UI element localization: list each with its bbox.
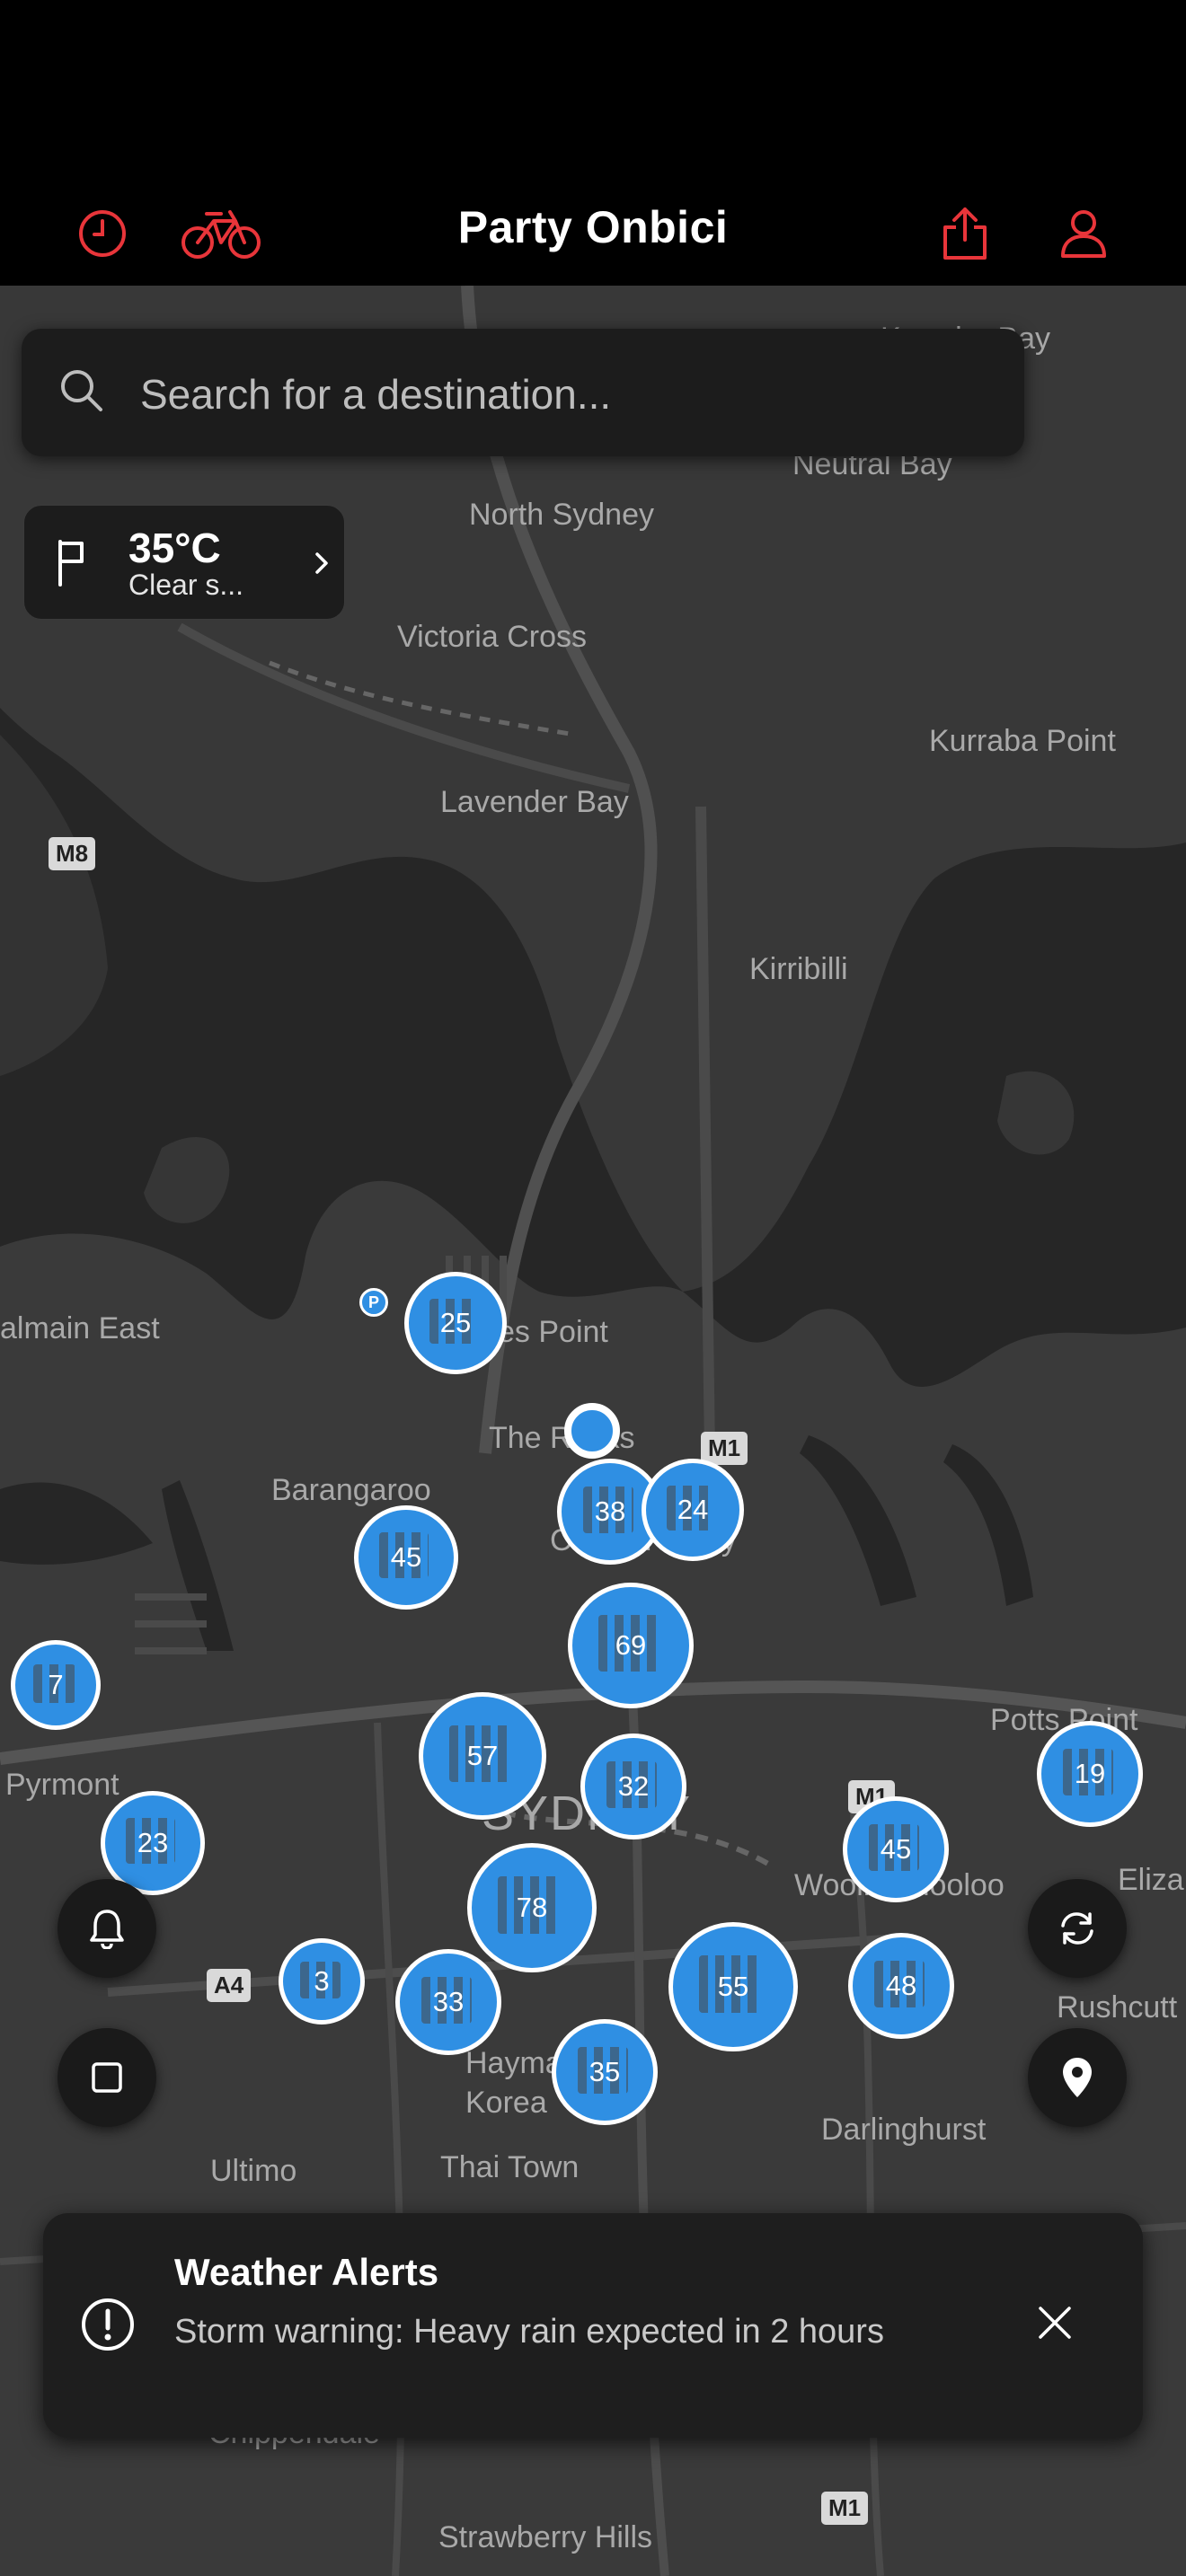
my-location-button[interactable] (1028, 2028, 1127, 2127)
weather-alert-card: Weather Alerts Storm warning: Heavy rain… (43, 2213, 1143, 2438)
map-label-thai-town: Thai Town (440, 2150, 580, 2184)
map-label-elizabeth-bay: Elizab (1118, 1863, 1186, 1897)
layers-toggle-button[interactable] (58, 2028, 156, 2127)
bell-icon (90, 1910, 124, 1949)
station-cluster[interactable]: 69 (568, 1583, 694, 1708)
user-location-dot (564, 1403, 620, 1459)
map-label-strawberry-hills: Strawberry Hills (438, 2520, 653, 2554)
refresh-icon (1061, 1912, 1093, 1945)
map-label-victoria-cross: Victoria Cross (397, 620, 587, 654)
map-label-pyrmont: Pyrmont (5, 1768, 119, 1802)
map-label-kurraba-point: Kurraba Point (929, 724, 1116, 758)
map-label-north-sydney: North Sydney (469, 498, 654, 532)
weather-chip[interactable]: 35°C Clear s... (23, 505, 345, 620)
search-icon (61, 370, 102, 411)
notifications-button[interactable] (58, 1879, 156, 1978)
share-icon (943, 207, 987, 260)
map-label-balmain-east: almain East (0, 1311, 160, 1345)
search-input[interactable]: Search for a destination... (140, 370, 611, 419)
station-cluster[interactable]: 7 (11, 1640, 101, 1730)
exclamation-circle-icon (82, 2298, 134, 2351)
map-label-darlinghurst: Darlinghurst (821, 2113, 987, 2147)
road-badge-m1: M1 (821, 2492, 869, 2525)
station-cluster[interactable]: 35 (552, 2019, 658, 2125)
station-cluster[interactable]: 45 (354, 1505, 458, 1610)
location-pin-icon (1063, 2058, 1092, 2097)
nav-bar: Party Onbici (0, 180, 1186, 286)
station-cluster[interactable]: 19 (1037, 1721, 1143, 1827)
map-label-rushcutters: Rushcutt (1057, 1990, 1178, 2025)
refresh-button[interactable] (1028, 1879, 1127, 1978)
station-cluster[interactable]: 55 (668, 1922, 798, 2051)
station-cluster[interactable]: 3 (279, 1938, 365, 2025)
map-label-lavender-bay: Lavender Bay (440, 785, 629, 819)
app-title: Party Onbici (457, 202, 729, 252)
profile-button[interactable] (1046, 196, 1121, 271)
station-cluster[interactable]: 48 (848, 1933, 954, 2039)
weather-temperature: 35°C (128, 525, 221, 571)
station-cluster[interactable]: 33 (395, 1949, 501, 2055)
close-icon (1039, 2307, 1071, 2339)
search-bar[interactable]: Search for a destination... (22, 329, 1024, 456)
chevron-right-icon (315, 552, 328, 574)
alert-title: Weather Alerts (174, 2251, 439, 2293)
alert-close-button[interactable] (1028, 2296, 1082, 2350)
road-badge-m1: M1 (701, 1432, 748, 1465)
road-badge-a4: A4 (207, 1969, 252, 2002)
square-icon (92, 2062, 122, 2093)
station-cluster[interactable]: 45 (843, 1796, 949, 1902)
station-cluster[interactable]: 32 (580, 1734, 686, 1839)
status-bar (0, 0, 1186, 180)
flag-icon (58, 540, 84, 587)
station-cluster[interactable]: 78 (467, 1843, 597, 1972)
map-label-ultimo: Ultimo (210, 2154, 297, 2188)
station-cluster[interactable]: 57 (419, 1692, 546, 1820)
station-cluster[interactable]: 24 (642, 1459, 744, 1561)
parking-marker[interactable]: P (359, 1288, 388, 1317)
share-button[interactable] (927, 196, 1003, 271)
station-cluster[interactable]: 25 (404, 1272, 507, 1374)
map-label-korea: Korea (465, 2086, 547, 2120)
weather-condition: Clear s... (128, 569, 244, 601)
map-label-barangaroo: Barangaroo (271, 1473, 431, 1507)
alert-message: Storm warning: Heavy rain expected in 2 … (174, 2313, 884, 2351)
road-badge-m8: M8 (49, 837, 96, 870)
map-label-kirribilli: Kirribilli (749, 952, 848, 986)
profile-icon (1061, 210, 1106, 258)
